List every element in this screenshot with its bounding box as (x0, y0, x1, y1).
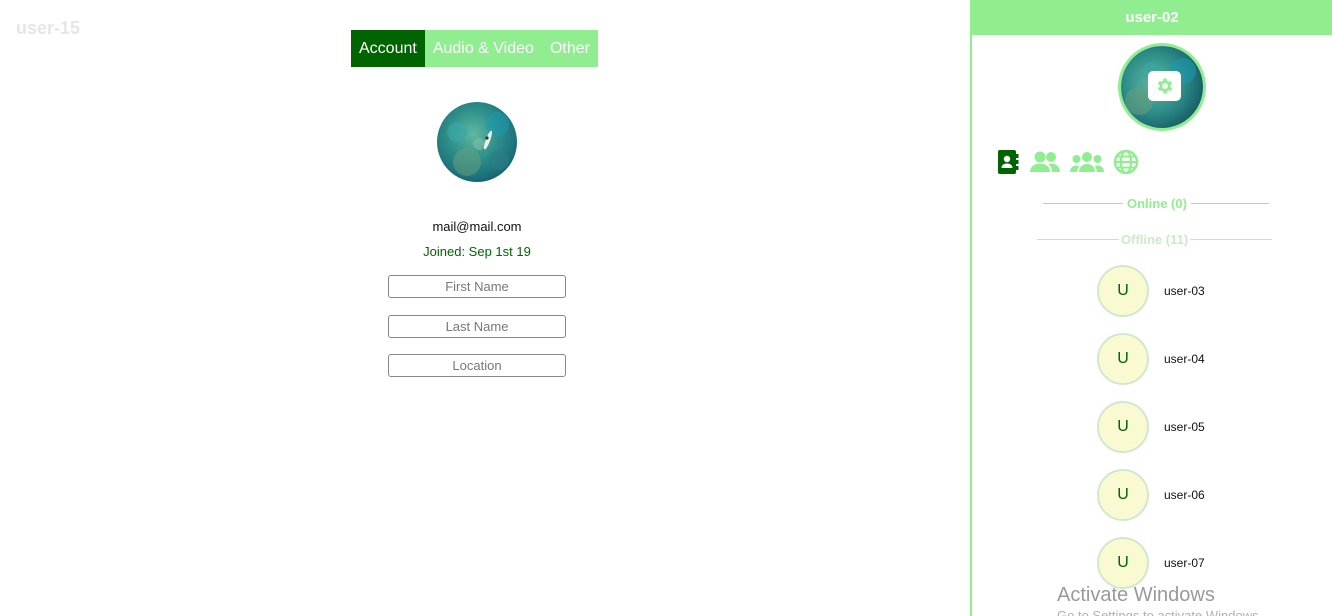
user-name: user-07 (1164, 556, 1205, 570)
user-list-item[interactable]: U user-05 (1097, 401, 1205, 453)
divider-line (1037, 239, 1119, 240)
user-name: user-06 (1164, 488, 1205, 502)
globe-icon (1113, 149, 1139, 175)
group-icon (1070, 152, 1104, 172)
offline-count-label: Offline (11) (1121, 232, 1189, 247)
settings-tabs: Account Audio & Video Other (351, 30, 598, 67)
current-user-name: user-02 (972, 0, 1332, 35)
profile-joined-date: Joined: Sep 1st 19 (423, 244, 531, 259)
user-name: user-05 (1164, 420, 1205, 434)
user-avatar: U (1097, 537, 1149, 589)
online-count-label: Online (0) (1127, 196, 1187, 211)
tab-audio-video[interactable]: Audio & Video (425, 30, 542, 67)
user-name: user-03 (1164, 284, 1205, 298)
divider-line (1190, 203, 1269, 204)
last-name-input[interactable] (388, 315, 566, 338)
windows-activation-subtitle: Go to Settings to activate Windows. (1057, 608, 1263, 616)
contacts-tab[interactable] (996, 148, 1020, 176)
profile-avatar[interactable] (437, 102, 517, 182)
user-avatar: U (1097, 265, 1149, 317)
settings-button[interactable] (1148, 71, 1181, 101)
ocean-photo-image (437, 102, 517, 182)
contact-book-icon (998, 150, 1019, 174)
windows-activation-watermark: Activate Windows (1057, 584, 1215, 606)
gear-icon (1157, 78, 1172, 94)
user-list-item[interactable]: U user-07 (1097, 537, 1205, 589)
user-avatar: U (1097, 401, 1149, 453)
user-sidebar: user-02 Online (0) Offline (11) U user-0… (970, 0, 1332, 616)
groups-tab[interactable] (1070, 148, 1104, 176)
tab-account[interactable]: Account (351, 30, 425, 67)
user-list-item[interactable]: U user-03 (1097, 265, 1205, 317)
user-list-item[interactable]: U user-06 (1097, 469, 1205, 521)
user-list-item[interactable]: U user-04 (1097, 333, 1205, 385)
current-user-avatar[interactable] (1118, 43, 1206, 131)
profile-email: mail@mail.com (432, 219, 522, 234)
first-name-input[interactable] (388, 275, 566, 298)
user-avatar: U (1097, 469, 1149, 521)
user-name: user-04 (1164, 352, 1205, 366)
public-tab[interactable] (1112, 148, 1140, 176)
user-avatar: U (1097, 333, 1149, 385)
divider-line (1190, 239, 1273, 240)
location-input[interactable] (388, 354, 566, 377)
divider-line (1043, 203, 1123, 204)
sidebar-nav (996, 148, 1140, 176)
room-title: user-15 (16, 18, 81, 38)
friends-tab[interactable] (1028, 148, 1062, 176)
online-divider: Online (0) (1043, 196, 1269, 211)
friends-icon (1030, 151, 1060, 172)
tab-other[interactable]: Other (542, 30, 598, 67)
offline-divider: Offline (11) (1037, 232, 1273, 247)
